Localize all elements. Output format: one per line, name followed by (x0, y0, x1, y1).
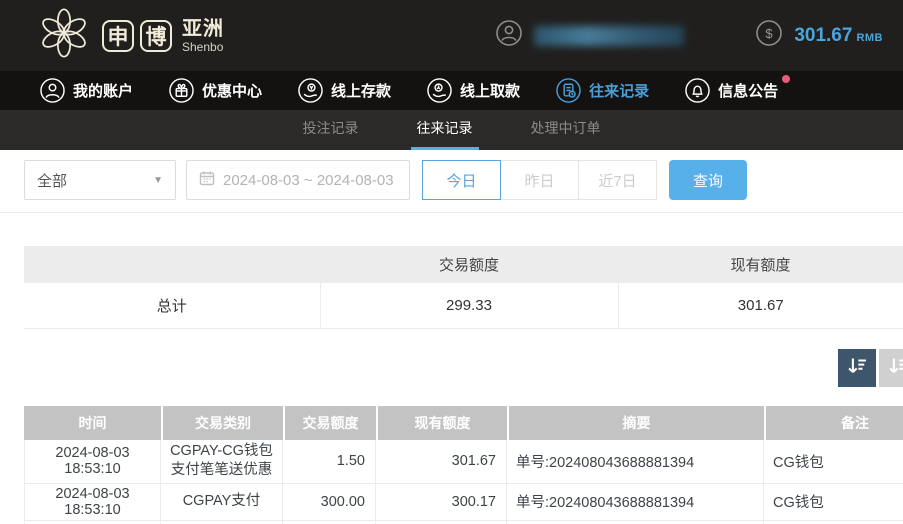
main-nav: 我的账户 优惠中心 线上存款 线上取款 往来记录 信息公告 (0, 71, 903, 110)
table-row (24, 520, 903, 524)
sort-controls (838, 348, 903, 387)
balance-currency: RMB (856, 31, 883, 44)
type-select[interactable]: 全部 ▼ (24, 160, 176, 200)
cell-remark: CG钱包 (764, 483, 903, 521)
summary-header-current-amount: 现有额度 (618, 246, 903, 283)
nav-label: 线上取款 (460, 83, 521, 100)
cell-type: CGPAY支付 (161, 483, 283, 521)
cell-balance: 300.17 (376, 483, 507, 521)
deposit-icon (298, 78, 323, 103)
header-remark: 备注 (764, 405, 903, 440)
user-icon (40, 78, 65, 103)
cell-amount: 1.50 (283, 439, 376, 484)
last7days-button[interactable]: 近7日 (578, 160, 657, 200)
divider (0, 212, 903, 213)
chevron-down-icon: ▼ (153, 174, 163, 186)
bell-icon (685, 78, 710, 103)
logo-region-cn: 亚洲 (182, 17, 224, 40)
balance-amount: 301.67 (794, 24, 853, 46)
type-select-value: 全部 (37, 172, 68, 190)
summary-header-row: 交易额度 现有额度 (24, 246, 903, 283)
records-header-row: 时间 交易类别 交易额度 现有额度 摘要 备注 (24, 405, 903, 440)
summary-header-transaction-amount: 交易额度 (320, 246, 618, 283)
tab-processing-orders[interactable]: 处理中订单 (525, 110, 607, 150)
logo-region-en: Shenbo (182, 39, 224, 54)
summary-total-label: 总计 (24, 283, 320, 329)
query-button[interactable]: 查询 (669, 160, 747, 200)
top-header: 申 博 亚洲 Shenbo $ 301.67 RMB (0, 0, 903, 71)
tab-transaction-records[interactable]: 往来记录 (410, 110, 479, 150)
notification-dot (782, 75, 791, 83)
tab-betting-records[interactable]: 投注记录 (297, 110, 365, 150)
summary-current-amount: 301.67 (617, 283, 903, 329)
yesterday-button[interactable]: 昨日 (500, 160, 579, 200)
cell-remark: CG钱包 (764, 439, 903, 484)
records-icon (556, 78, 581, 103)
sort-ascending-button[interactable] (879, 348, 903, 387)
header-summary: 摘要 (507, 405, 764, 440)
user-avatar-icon[interactable] (496, 20, 523, 51)
cell-amount: 300.00 (283, 483, 376, 521)
flower-logo-icon (36, 5, 92, 66)
sort-descending-button[interactable] (838, 348, 876, 387)
header-amount: 交易额度 (283, 405, 376, 440)
sub-nav: 投注记录 往来记录 处理中订单 (0, 110, 903, 150)
nav-label: 线上存款 (331, 83, 392, 100)
coin-dollar-icon: $ (756, 20, 783, 51)
records-table: 时间 交易类别 交易额度 现有额度 摘要 备注 2024-08-03 18:53… (24, 405, 903, 524)
nav-item-withdraw[interactable]: 线上取款 (427, 78, 520, 103)
nav-label: 信息公告 (718, 83, 779, 100)
nav-item-transaction-records[interactable]: 往来记录 (556, 78, 649, 103)
table-row: 2024-08-03 18:53:10 CGPAY支付 300.00 300.1… (24, 483, 903, 521)
cell-summary: 单号:202408043688881394 (507, 439, 764, 484)
svg-text:$: $ (766, 26, 774, 41)
sort-ascending-icon (887, 355, 903, 380)
summary-total-row: 总计 299.33 301.67 (24, 283, 903, 329)
header-time: 时间 (24, 405, 161, 440)
header-balance: 现有额度 (376, 405, 507, 440)
nav-label: 优惠中心 (202, 83, 263, 100)
nav-item-promotions[interactable]: 优惠中心 (169, 78, 262, 103)
header-type: 交易类别 (161, 405, 283, 440)
cell-type: CGPAY-CG钱包支付笔笔送优惠 (161, 439, 283, 484)
nav-item-announcements[interactable]: 信息公告 (685, 75, 791, 103)
account-balance[interactable]: 301.67 RMB (794, 25, 883, 47)
username-redacted[interactable] (534, 25, 685, 46)
filter-bar: 全部 ▼ 2024-08-03 ~ 2024-08-03 今日 昨日 近7日 查… (24, 160, 879, 200)
nav-label: 我的账户 (73, 83, 134, 100)
withdraw-icon (427, 78, 452, 103)
quick-date-buttons: 今日 昨日 近7日 (422, 160, 657, 200)
date-range-input[interactable]: 2024-08-03 ~ 2024-08-03 (186, 160, 410, 200)
logo-char-bo: 博 (140, 19, 172, 52)
sort-descending-icon (846, 355, 868, 380)
today-button[interactable]: 今日 (422, 160, 501, 200)
records-table-wrap: 时间 交易类别 交易额度 现有额度 摘要 备注 2024-08-03 18:53… (24, 405, 903, 524)
nav-item-deposit[interactable]: 线上存款 (298, 78, 391, 103)
gift-icon (169, 78, 194, 103)
summary-table: 交易额度 现有额度 总计 299.33 301.67 (24, 246, 903, 329)
brand-logo[interactable]: 申 博 亚洲 Shenbo (36, 5, 224, 66)
nav-item-my-account[interactable]: 我的账户 (40, 78, 133, 103)
summary-header-empty (24, 246, 320, 283)
logo-char-shen: 申 (102, 19, 134, 52)
logo-region: 亚洲 Shenbo (182, 19, 224, 53)
calendar-icon (199, 170, 215, 190)
cell-summary: 单号:202408043688881394 (507, 483, 764, 521)
cell-time: 2024-08-03 18:53:10 (24, 483, 161, 521)
cell-time: 2024-08-03 18:53:10 (24, 439, 161, 484)
summary-transaction-amount: 299.33 (319, 283, 618, 329)
date-range-value: 2024-08-03 ~ 2024-08-03 (223, 171, 394, 189)
cell-balance: 301.67 (376, 439, 507, 484)
nav-label: 往来记录 (589, 83, 650, 100)
table-row: 2024-08-03 18:53:10 CGPAY-CG钱包支付笔笔送优惠 1.… (24, 439, 903, 484)
